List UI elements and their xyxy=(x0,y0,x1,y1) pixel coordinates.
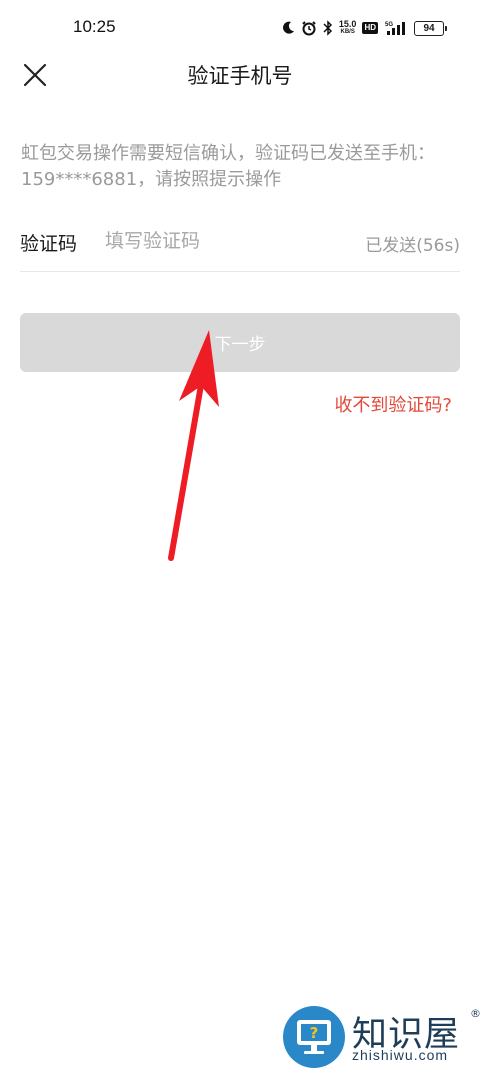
battery-indicator: 94 xyxy=(414,20,447,36)
no-code-help-link[interactable]: 收不到验证码? xyxy=(334,391,452,417)
watermark: ? 知识屋 ® zhishiwu.com xyxy=(280,1003,480,1072)
status-time: 10:25 xyxy=(73,17,116,36)
code-input[interactable] xyxy=(105,227,325,255)
signal-5g-icon: 5G xyxy=(385,22,405,35)
status-icons: 15.0 KB/S HD 5G 94 xyxy=(282,17,447,39)
moon-icon xyxy=(282,21,294,34)
bluetooth-icon xyxy=(323,20,332,36)
next-button[interactable]: 下一步 xyxy=(20,313,460,372)
question-monitor-icon: ? xyxy=(283,1006,345,1068)
code-field-row: 验证码 已发送(56s) xyxy=(20,212,460,272)
registered-mark: ® xyxy=(470,1007,480,1020)
watermark-site: zhishiwu.com xyxy=(352,1047,449,1063)
alarm-icon xyxy=(302,21,316,36)
status-bar: 10:25 15.0 KB/S HD 5G 94 xyxy=(0,0,480,56)
hd-badge: HD xyxy=(362,22,378,34)
nav-bar: 验证手机号 xyxy=(0,56,480,92)
page-title: 验证手机号 xyxy=(187,64,293,88)
svg-text:?: ? xyxy=(310,1024,319,1042)
code-field-label: 验证码 xyxy=(20,233,78,255)
resend-countdown: 已发送(56s) xyxy=(365,236,460,256)
net-speed: 15.0 KB/S xyxy=(338,19,357,36)
signal-label: 5G xyxy=(385,22,393,28)
description-text: 虹包交易操作需要短信确认，验证码已发送至手机：159****6881，请按照提示… xyxy=(21,143,435,190)
